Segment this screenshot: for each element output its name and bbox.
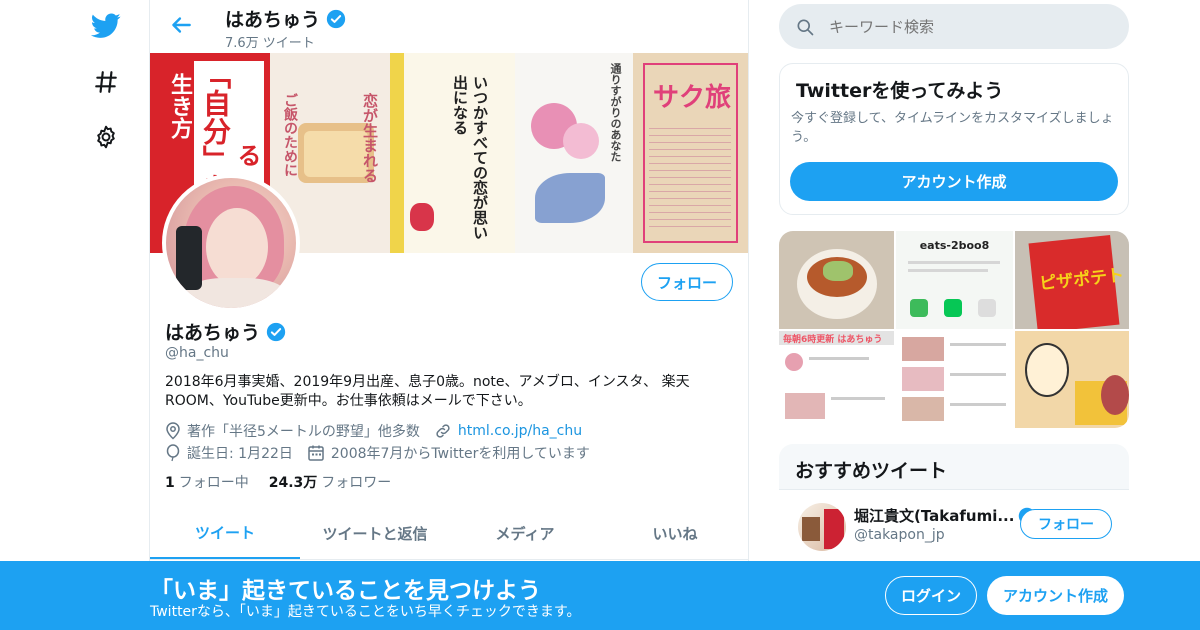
tab-tweets[interactable]: ツイート xyxy=(150,508,300,559)
media-thumb-video-list[interactable] xyxy=(896,331,1013,428)
banner-book-5: サク旅 xyxy=(633,53,748,253)
location-text: 著作「半径5メートルの野望」他多数 xyxy=(187,424,420,440)
profile-header-bar: はあちゅう 7.6万 ツイート xyxy=(150,0,748,53)
verified-badge-icon xyxy=(326,9,346,28)
signup-banner-subtitle: Twitterなら、「いま」起きていることをいち早くチェックできます。 xyxy=(150,604,581,620)
media-grid: eats-2boo8 ピザポテト 毎朝6時更新 はあちゅう xyxy=(779,231,1129,428)
profile-avatar[interactable] xyxy=(162,174,300,312)
media-thumb-noodles[interactable] xyxy=(779,231,894,329)
search-icon xyxy=(797,19,814,35)
main-column: はあちゅう 7.6万 ツイート 「自分」を 生き方 仕事にする 恋が生まれる ご… xyxy=(149,0,749,630)
signup-card-title: Twitterを使ってみよう xyxy=(796,80,1004,102)
calendar-icon xyxy=(308,445,324,461)
followers-count[interactable]: 24.3万 フォロワー xyxy=(269,472,392,492)
media-thumb-coupon[interactable]: eats-2boo8 xyxy=(896,231,1013,329)
media-thumb-book-cover[interactable] xyxy=(1015,331,1129,428)
create-account-button[interactable]: アカウント作成 xyxy=(790,162,1118,201)
profile-birthday: 誕生日: 1月22日 xyxy=(165,443,293,463)
verified-badge-icon xyxy=(266,322,286,341)
recommended-user-name-row: 堀江貴文(Takafumi... xyxy=(854,505,1036,526)
gear-icon[interactable] xyxy=(90,121,122,153)
media-thumb-youtube[interactable]: 毎朝6時更新 はあちゅう xyxy=(779,331,894,428)
banner-book-3: いつかすべての恋が思い出になる xyxy=(390,53,515,253)
profile-handle: @ha_chu xyxy=(165,345,229,361)
signup-card-text: 今すぐ登録して、タイムラインをカスタマイズしましょう。 xyxy=(791,111,1114,145)
url-link[interactable]: html.co.jp/ha_chu xyxy=(458,423,582,439)
media-thumb-snack[interactable]: ピザポテト xyxy=(1015,231,1129,329)
header-name-row: はあちゅう xyxy=(225,5,346,32)
signup-banner-title: 「いま」起きていることを見つけよう xyxy=(150,578,541,604)
profile-tabs: ツイート ツイートと返信 メディア いいね xyxy=(150,508,748,560)
profile-url[interactable]: html.co.jp/ha_chu xyxy=(434,422,582,440)
recommended-user-name[interactable]: 堀江貴文(Takafumi... xyxy=(854,505,1014,526)
hashtag-icon[interactable] xyxy=(90,66,122,98)
twitter-bird-icon[interactable] xyxy=(90,10,122,42)
tab-media[interactable]: メディア xyxy=(450,508,600,559)
recommended-user-avatar[interactable] xyxy=(798,503,846,551)
signup-banner: 「いま」起きていることを見つけよう Twitterなら、「いま」起きていることを… xyxy=(0,561,1200,630)
balloon-icon xyxy=(166,444,180,462)
profile-location: 著作「半径5メートルの野望」他多数 xyxy=(165,421,420,441)
tab-tweets-and-replies[interactable]: ツイートと返信 xyxy=(300,508,450,559)
search-input[interactable] xyxy=(829,17,1089,36)
recommended-follow-button[interactable]: フォロー xyxy=(1020,509,1112,539)
profile-meta-row-1: 著作「半径5メートルの野望」他多数 html.co.jp/ha_chu xyxy=(165,421,582,441)
profile-name: はあちゅう xyxy=(165,322,261,344)
joined-text: 2008年7月からTwitterを利用しています xyxy=(330,446,590,462)
recommended-user-row[interactable]: 堀江貴文(Takafumi... @takapon_jp フォロー xyxy=(779,489,1129,563)
banner-book-4: 通りすがりのあなた xyxy=(515,53,633,253)
location-pin-icon xyxy=(166,422,180,440)
page-root: はあちゅう 7.6万 ツイート 「自分」を 生き方 仕事にする 恋が生まれる ご… xyxy=(0,0,1200,630)
header-name: はあちゅう xyxy=(225,9,321,31)
search-box[interactable] xyxy=(779,4,1129,49)
profile-joined: 2008年7月からTwitterを利用しています xyxy=(307,443,590,463)
login-button[interactable]: ログイン xyxy=(885,576,977,615)
profile-bio: 2018年6月事実婚、2019年9月出産、息子0歳。note、アメブロ、インスタ… xyxy=(165,374,690,409)
link-icon xyxy=(436,424,450,438)
follow-counts: 1 フォロー中 24.3万 フォロワー xyxy=(165,472,391,492)
recommended-user-handle: @takapon_jp xyxy=(854,527,945,543)
recommended-title: おすすめツイート xyxy=(795,460,948,482)
signup-card: Twitterを使ってみよう 今すぐ登録して、タイムラインをカスタマイズしましょ… xyxy=(779,63,1129,215)
birthday-text: 誕生日: 1月22日 xyxy=(187,446,293,462)
profile-name-row: はあちゅう xyxy=(165,318,286,345)
follow-button[interactable]: フォロー xyxy=(641,263,733,301)
following-count[interactable]: 1 フォロー中 xyxy=(165,472,249,492)
tab-likes[interactable]: いいね xyxy=(600,508,748,559)
profile-meta-row-2: 誕生日: 1月22日 2008年7月からTwitterを利用しています xyxy=(165,443,590,463)
header-tweet-count: 7.6万 ツイート xyxy=(225,36,315,51)
banner-create-account-button[interactable]: アカウント作成 xyxy=(987,576,1124,615)
back-arrow-icon[interactable] xyxy=(168,12,194,38)
